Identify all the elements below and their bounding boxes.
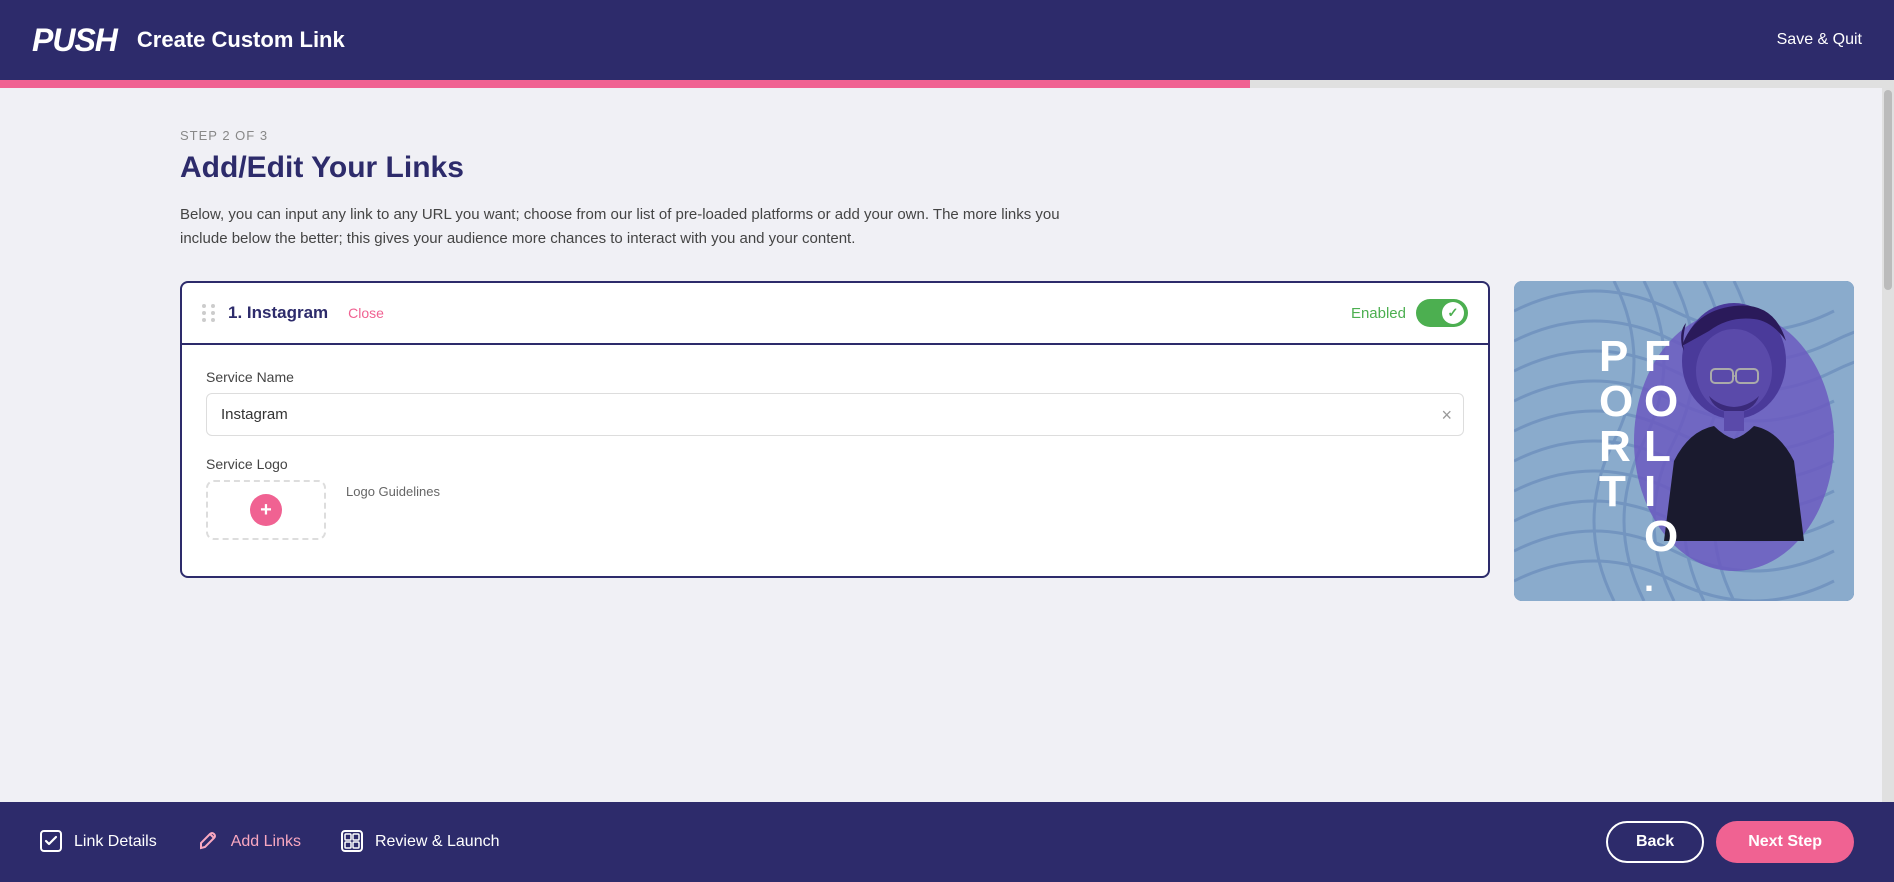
svg-text:R: R [1599, 422, 1631, 471]
footer-buttons: Back Next Step [1606, 821, 1854, 863]
enabled-toggle[interactable]: ✓ [1416, 299, 1468, 327]
logo-guidelines-link[interactable]: Logo Guidelines [346, 480, 440, 499]
svg-text:O: O [1599, 377, 1633, 426]
svg-text:L: L [1644, 422, 1671, 471]
svg-text:I: I [1644, 467, 1656, 516]
app-footer: Link Details Add Links Re [0, 802, 1894, 882]
service-logo-label: Service Logo [206, 456, 1464, 472]
footer-steps: Link Details Add Links Re [40, 830, 1606, 854]
link-header-row: 1. Instagram Close Enabled ✓ [182, 283, 1488, 345]
progress-bar-fill [0, 80, 1250, 88]
svg-text:O: O [1644, 377, 1678, 426]
drag-dot [202, 304, 206, 308]
svg-text:P: P [1599, 332, 1628, 381]
add-links-icon [197, 830, 221, 854]
link-details-icon [40, 830, 64, 854]
page-title: Add/Edit Your Links [180, 151, 1854, 185]
toggle-check-icon: ✓ [1448, 305, 1459, 321]
back-button[interactable]: Back [1606, 821, 1704, 863]
svg-text:.: . [1644, 558, 1654, 599]
clear-service-name-icon[interactable]: × [1441, 406, 1452, 424]
service-name-input[interactable] [206, 393, 1464, 436]
logo-upload-button[interactable]: + [250, 494, 282, 526]
link-editor-panel: 1. Instagram Close Enabled ✓ Service Nam… [180, 281, 1490, 578]
progress-bar-container [0, 80, 1894, 88]
footer-step-link-details[interactable]: Link Details [40, 830, 157, 854]
save-quit-button[interactable]: Save & Quit [1777, 31, 1862, 49]
svg-text:T: T [1599, 467, 1626, 516]
step-link-details-label: Link Details [74, 833, 157, 851]
page-description: Below, you can input any link to any URL… [180, 203, 1080, 251]
footer-step-review-launch[interactable]: Review & Launch [341, 830, 500, 854]
drag-dot [211, 311, 215, 315]
app-header: PUSH Create Custom Link Save & Quit [0, 0, 1894, 80]
drag-handle[interactable] [202, 304, 216, 322]
service-name-label: Service Name [206, 369, 1464, 385]
service-logo-group: Service Logo + Logo Guidelines [206, 456, 1464, 540]
toggle-knob: ✓ [1442, 302, 1464, 324]
app-logo: PUSH [32, 22, 117, 59]
service-name-input-wrapper: × [206, 393, 1464, 436]
footer-step-add-links[interactable]: Add Links [197, 830, 301, 854]
step-add-links-label: Add Links [231, 833, 301, 851]
review-launch-icon [341, 830, 365, 854]
svg-text:O: O [1644, 512, 1678, 561]
logo-upload-box[interactable]: + [206, 480, 326, 540]
svg-text:F: F [1644, 332, 1671, 381]
logo-section: + Logo Guidelines [206, 480, 1464, 540]
drag-dot [202, 311, 206, 315]
step-label: STEP 2 OF 3 [180, 128, 1854, 143]
drag-dot [202, 318, 206, 322]
enabled-label: Enabled [1351, 305, 1406, 322]
next-step-button[interactable]: Next Step [1716, 821, 1854, 863]
portfolio-svg: P O R T F O L I O . [1514, 281, 1854, 601]
enabled-section: Enabled ✓ [1351, 299, 1468, 327]
preview-panel: P O R T F O L I O . [1514, 281, 1854, 601]
content-columns: 1. Instagram Close Enabled ✓ Service Nam… [180, 281, 1854, 601]
main-content: STEP 2 OF 3 Add/Edit Your Links Below, y… [0, 88, 1894, 802]
scrollbar-thumb[interactable] [1884, 90, 1892, 290]
link-number-name: 1. Instagram [228, 303, 328, 323]
link-form: Service Name × Service Logo + Logo Guide… [182, 345, 1488, 576]
drag-dot [211, 304, 215, 308]
service-name-group: Service Name × [206, 369, 1464, 436]
link-close-button[interactable]: Close [340, 305, 392, 321]
header-title: Create Custom Link [137, 27, 345, 53]
preview-illustration: P O R T F O L I O . [1514, 281, 1854, 601]
scrollbar-track[interactable] [1882, 88, 1894, 802]
step-review-launch-label: Review & Launch [375, 833, 500, 851]
drag-dot [211, 318, 215, 322]
